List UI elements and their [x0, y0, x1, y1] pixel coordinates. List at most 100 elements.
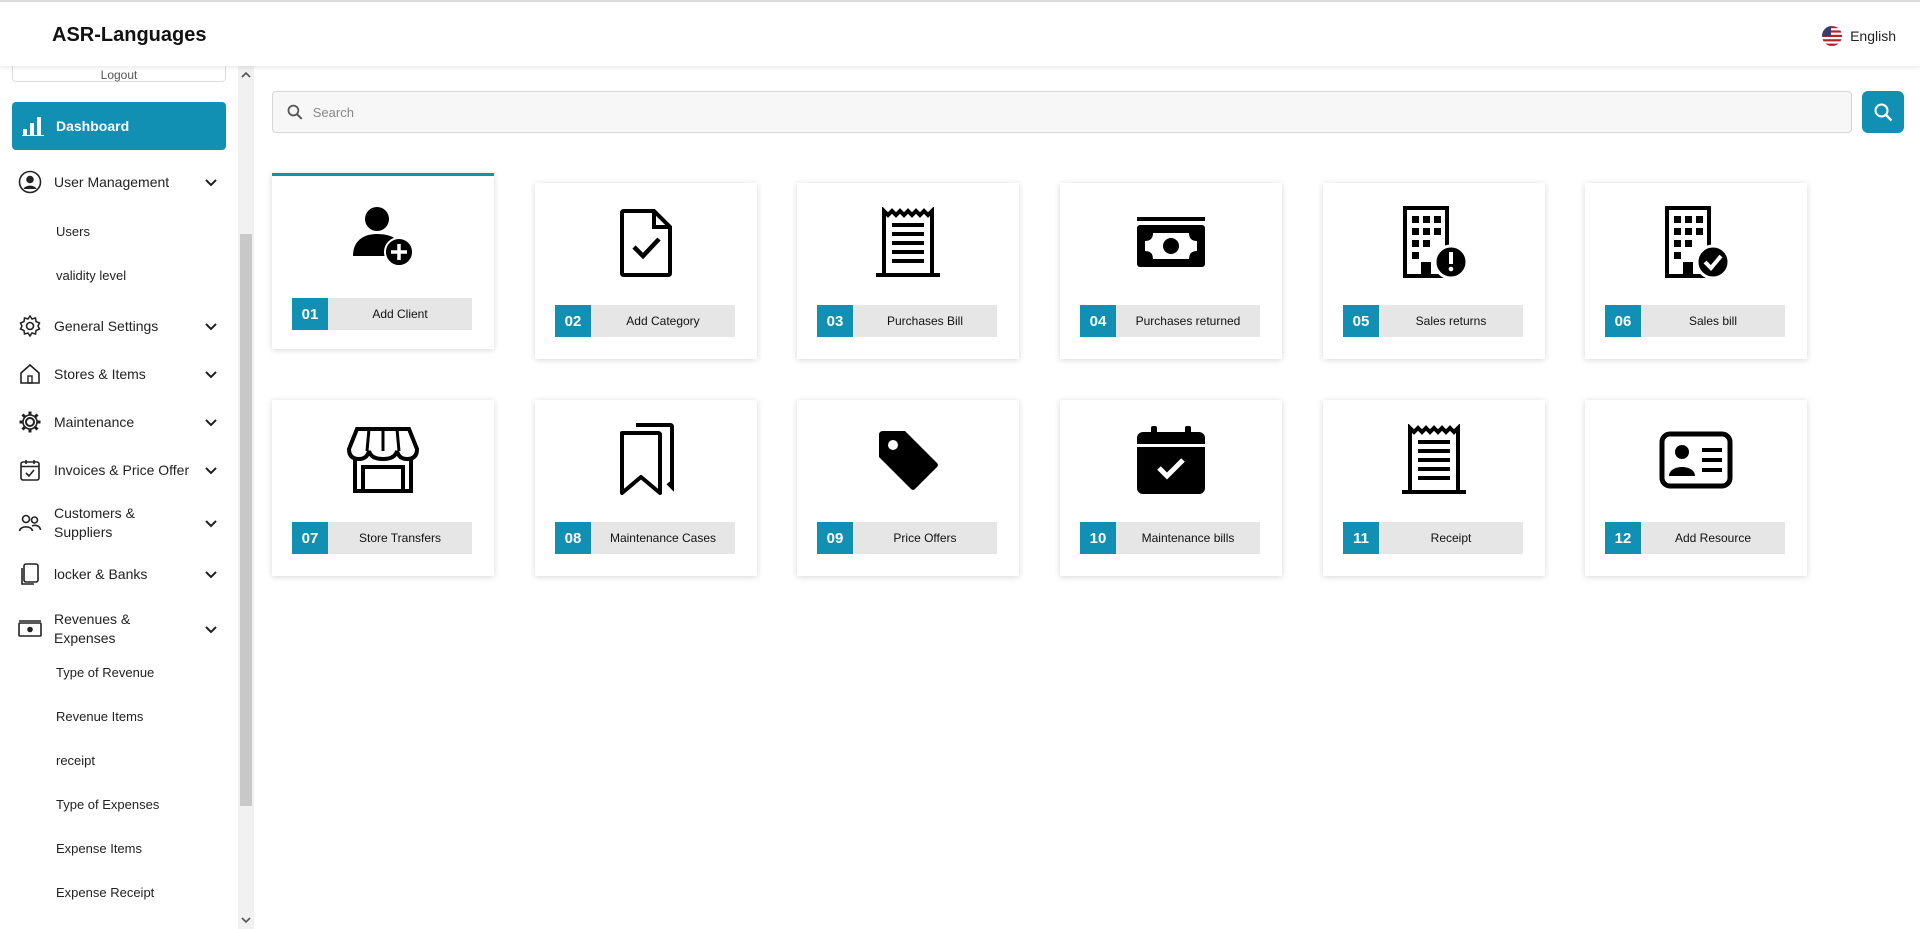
card-title: Maintenance Cases — [591, 522, 735, 554]
house-icon — [20, 363, 40, 384]
invoice-icon — [20, 460, 40, 481]
card-number: 09 — [817, 522, 853, 554]
sidebar-item-label: Maintenance — [54, 413, 135, 430]
sidebar-item-receipt[interactable]: receipt — [56, 753, 95, 768]
shop-icon — [272, 422, 494, 498]
card-price-offers[interactable]: 09 Price Offers — [797, 400, 1019, 576]
sidebar-item-locker-banks[interactable]: locker & Banks — [18, 562, 218, 586]
card-title: Sales returns — [1379, 305, 1523, 337]
search-field[interactable] — [272, 91, 1852, 133]
sidebar-item-label: locker & Banks — [54, 565, 148, 582]
gear-icon — [19, 314, 41, 338]
card-number: 02 — [555, 305, 591, 337]
card-sales-bill[interactable]: 06 Sales bill — [1585, 183, 1807, 359]
us-flag-icon — [1822, 26, 1843, 46]
sidebar-scrollbar[interactable] — [238, 66, 254, 929]
scroll-up-icon[interactable] — [241, 70, 251, 80]
card-number: 06 — [1605, 305, 1641, 337]
sidebar-item-expense-items[interactable]: Expense Items — [56, 841, 142, 856]
sidebar-item-label: Dashboard — [56, 118, 130, 134]
receipt-icon — [797, 205, 1019, 281]
people-icon — [18, 514, 42, 532]
card-receipt[interactable]: 11 Receipt — [1323, 400, 1545, 576]
card-title: Add Client — [328, 298, 472, 330]
sidebar-item-label: General Settings — [54, 317, 159, 334]
money-icon — [1060, 205, 1282, 281]
sidebar-item-user-management[interactable]: User Management — [18, 170, 218, 194]
card-number: 01 — [292, 298, 328, 330]
sidebar-item-customers-suppliers[interactable]: Customers & Suppliers — [18, 504, 218, 542]
sidebar-item-label: Stores & Items — [54, 365, 146, 382]
card-title: Receipt — [1379, 522, 1523, 554]
chevron-down-icon — [205, 626, 217, 634]
search-button[interactable] — [1862, 91, 1904, 133]
card-number: 05 — [1343, 305, 1379, 337]
card-label: 06 Sales bill — [1605, 305, 1785, 337]
sidebar-item-stores-items[interactable]: Stores & Items — [18, 362, 218, 386]
logout-button[interactable]: Logout — [12, 66, 226, 82]
card-add-category[interactable]: 02 Add Category — [535, 183, 757, 359]
search-icon — [1874, 103, 1893, 122]
sidebar-item-validity-level[interactable]: validity level — [56, 268, 126, 283]
card-title: Add Category — [591, 305, 735, 337]
sidebar: Logout Dashboard User Management Users v… — [0, 66, 240, 929]
scrollbar-thumb[interactable] — [240, 234, 252, 806]
card-add-resource[interactable]: 12 Add Resource — [1585, 400, 1807, 576]
sidebar-item-type-of-revenue[interactable]: Type of Revenue — [56, 665, 154, 680]
card-add-client[interactable]: 01 Add Client — [272, 173, 494, 349]
sidebar-item-dashboard[interactable]: Dashboard — [12, 102, 226, 150]
card-purchases-bill[interactable]: 03 Purchases Bill — [797, 183, 1019, 359]
card-label: 09 Price Offers — [817, 522, 997, 554]
brand-title: ASR-Languages — [52, 24, 207, 46]
card-label: 07 Store Transfers — [292, 522, 472, 554]
scroll-down-icon[interactable] — [241, 915, 251, 925]
tag-icon — [797, 422, 1019, 498]
user-circle-icon — [18, 170, 42, 194]
card-number: 08 — [555, 522, 591, 554]
sidebar-item-general-settings[interactable]: General Settings — [18, 314, 218, 338]
sidebar-item-users[interactable]: Users — [56, 224, 90, 239]
card-purchases-returned[interactable]: 04 Purchases returned — [1060, 183, 1282, 359]
language-selector[interactable]: English — [1822, 26, 1896, 46]
chevron-down-icon — [205, 419, 217, 427]
card-label: 01 Add Client — [292, 298, 472, 330]
cash-icon — [18, 620, 42, 637]
language-label: English — [1850, 28, 1896, 44]
card-sales-returns[interactable]: 05 Sales returns — [1323, 183, 1545, 359]
card-label: 12 Add Resource — [1605, 522, 1785, 554]
card-label: 02 Add Category — [555, 305, 735, 337]
sidebar-item-revenues-expenses[interactable]: Revenues & Expenses — [18, 610, 218, 648]
sidebar-item-maintenance[interactable]: Maintenance — [18, 410, 218, 434]
card-title: Price Offers — [853, 522, 997, 554]
card-number: 03 — [817, 305, 853, 337]
building-check-icon — [1585, 205, 1807, 281]
chevron-down-icon — [205, 179, 217, 187]
id-card-icon — [1585, 422, 1807, 498]
sidebar-item-type-of-expenses[interactable]: Type of Expenses — [56, 797, 159, 812]
building-alert-icon — [1323, 205, 1545, 281]
sidebar-item-revenue-items[interactable]: Revenue Items — [56, 709, 143, 724]
chevron-down-icon — [205, 520, 217, 528]
card-title: Add Resource — [1641, 522, 1785, 554]
card-label: 11 Receipt — [1343, 522, 1523, 554]
card-maintenance-bills[interactable]: 10 Maintenance bills — [1060, 400, 1282, 576]
calendar-check-icon — [1060, 422, 1282, 498]
sidebar-item-invoices[interactable]: Invoices & Price Offer — [18, 458, 218, 482]
card-store-transfers[interactable]: 07 Store Transfers — [272, 400, 494, 576]
card-maintenance-cases[interactable]: 08 Maintenance Cases — [535, 400, 757, 576]
search-input[interactable] — [312, 104, 1851, 120]
card-title: Purchases Bill — [853, 305, 997, 337]
chevron-down-icon — [205, 467, 217, 475]
card-number: 04 — [1080, 305, 1116, 337]
sidebar-item-expense-receipt[interactable]: Expense Receipt — [56, 885, 154, 900]
chevron-down-icon — [205, 323, 217, 331]
card-label: 08 Maintenance Cases — [555, 522, 735, 554]
card-number: 12 — [1605, 522, 1641, 554]
sidebar-item-label: Customers & Suppliers — [54, 505, 135, 540]
card-number: 10 — [1080, 522, 1116, 554]
chevron-down-icon — [205, 571, 217, 579]
bookmarks-icon — [535, 422, 757, 498]
card-title: Purchases returned — [1116, 305, 1260, 337]
copy-icon — [21, 563, 39, 585]
card-title: Sales bill — [1641, 305, 1785, 337]
